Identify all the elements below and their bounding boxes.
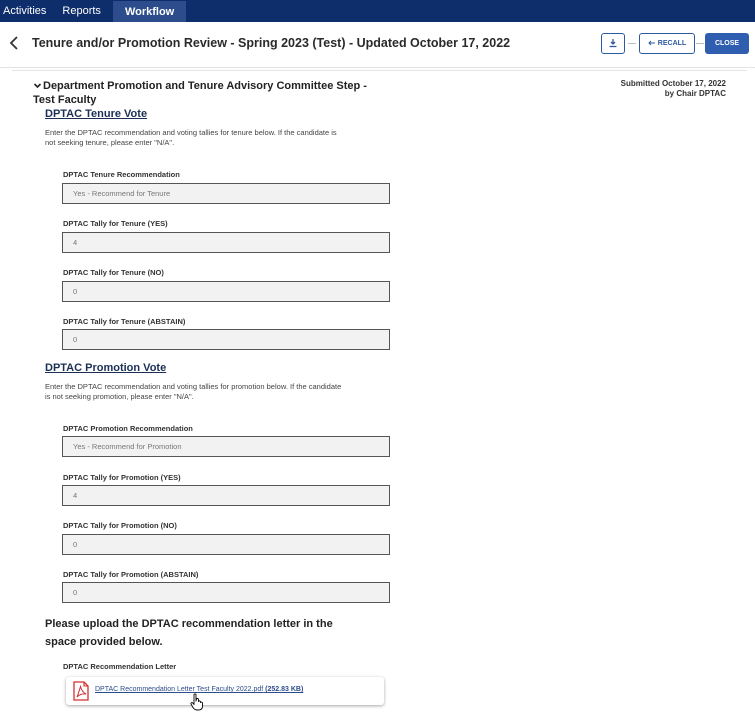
promotion-instructions: Enter the DPTAC recommendation and votin…	[45, 382, 342, 401]
hand-pointer-icon	[190, 693, 204, 711]
tenure-abstain-field: 0	[62, 329, 390, 350]
file-name: DPTAC Recommendation Letter Test Faculty…	[95, 686, 264, 693]
download-icon	[608, 35, 618, 53]
tab-activities[interactable]: Activities	[0, 0, 54, 22]
close-button[interactable]: CLOSE	[705, 33, 749, 54]
download-button[interactable]	[601, 33, 625, 54]
button-separator	[696, 43, 704, 44]
promotion-recommendation-field: Yes - Recommend for Promotion	[62, 436, 390, 457]
tenure-recommendation-label: DPTAC Tenure Recommendation	[63, 170, 180, 179]
promotion-no-label: DPTAC Tally for Promotion (NO)	[63, 521, 177, 530]
pdf-icon	[72, 681, 90, 701]
file-link[interactable]: DPTAC Recommendation Letter Test Faculty…	[95, 686, 303, 693]
tab-reports[interactable]: Reports	[54, 0, 109, 22]
tenure-recommendation-field: Yes - Recommend for Tenure	[62, 183, 390, 204]
promotion-vote-title: DPTAC Promotion Vote	[45, 362, 167, 374]
recall-button[interactable]: RECALL	[639, 33, 695, 54]
submitted-date: Submitted October 17, 2022	[620, 79, 726, 88]
page-header: Tenure and/or Promotion Review - Spring …	[0, 22, 755, 68]
upload-label: DPTAC Recommendation Letter	[63, 662, 177, 671]
button-separator	[628, 43, 636, 44]
tenure-yes-field: 4	[62, 232, 390, 253]
tenure-instructions: Enter the DPTAC recommendation and votin…	[45, 128, 337, 147]
submitted-info: Submitted October 17, 2022 by Chair DPTA…	[560, 79, 726, 99]
promotion-abstain-field: 0	[62, 582, 390, 603]
section-title: Department Promotion and Tenure Advisory…	[33, 80, 367, 106]
undo-arrow-icon	[648, 40, 656, 48]
promotion-yes-field: 4	[62, 485, 390, 506]
submitted-by: by Chair DPTAC	[664, 89, 726, 98]
upload-heading: Please upload the DPTAC recommendation l…	[45, 618, 333, 648]
recall-label: RECALL	[657, 40, 687, 47]
divider	[12, 70, 747, 71]
tenure-yes-label: DPTAC Tally for Tenure (YES)	[63, 219, 168, 228]
tenure-no-field: 0	[62, 281, 390, 302]
page-title: Tenure and/or Promotion Review - Spring …	[32, 36, 511, 50]
promotion-abstain-label: DPTAC Tally for Promotion (ABSTAIN)	[63, 570, 199, 579]
tab-workflow[interactable]: Workflow	[112, 1, 187, 22]
file-attachment-card[interactable]: DPTAC Recommendation Letter Test Faculty…	[66, 677, 384, 705]
top-nav: Activities Reports Workflow	[0, 0, 755, 22]
tenure-vote-title: DPTAC Tenure Vote	[45, 108, 148, 120]
tenure-no-label: DPTAC Tally for Tenure (NO)	[63, 268, 164, 277]
promotion-no-field: 0	[62, 534, 390, 555]
file-size: (252.83 KB)	[265, 686, 304, 693]
tenure-abstain-label: DPTAC Tally for Tenure (ABSTAIN)	[63, 317, 186, 326]
chevron-left-icon[interactable]	[8, 35, 24, 53]
promotion-recommendation-label: DPTAC Promotion Recommendation	[63, 424, 193, 433]
promotion-yes-label: DPTAC Tally for Promotion (YES)	[63, 473, 181, 482]
